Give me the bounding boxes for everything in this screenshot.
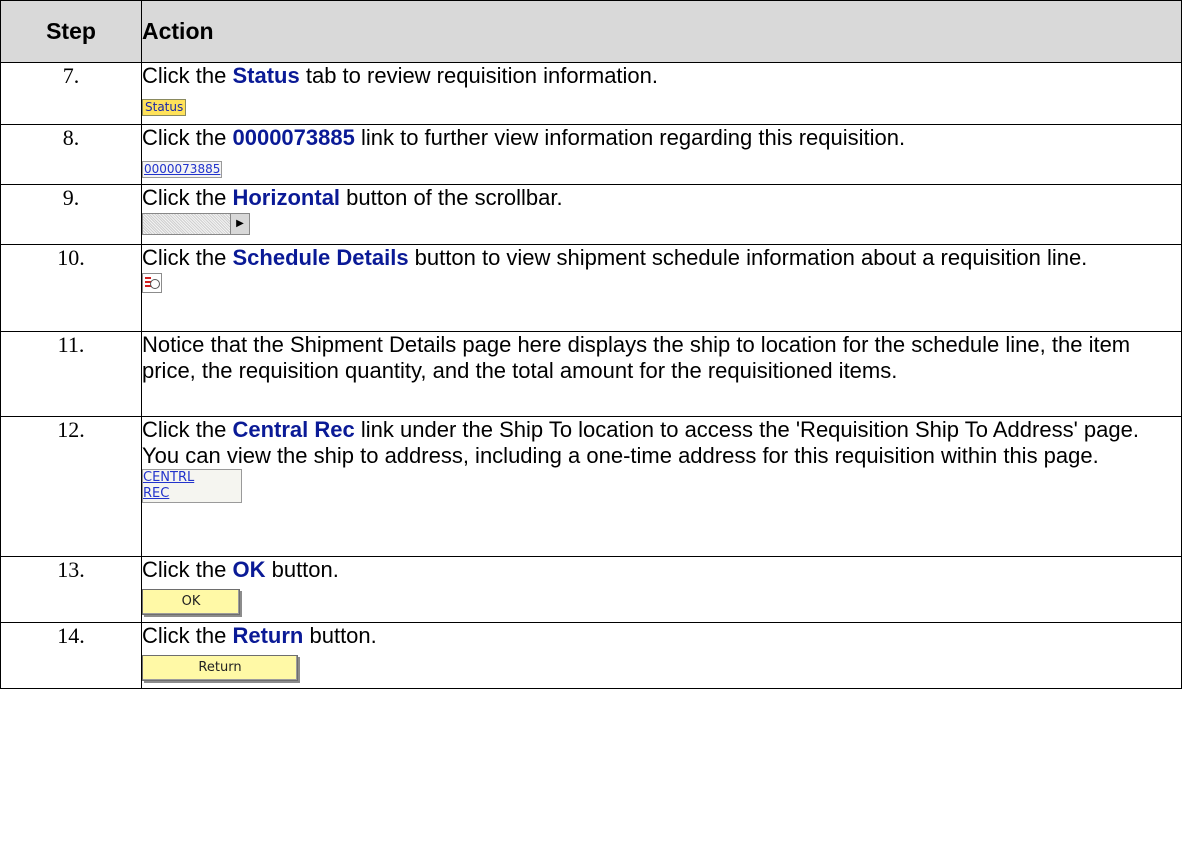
step-action: Click the OK button. OK bbox=[141, 556, 1182, 623]
right-arrow-icon[interactable]: ▶ bbox=[230, 214, 249, 234]
status-tab[interactable]: Status bbox=[142, 99, 187, 116]
step-number: 7. bbox=[0, 62, 142, 125]
step-action: Click the Central Rec link under the Shi… bbox=[141, 416, 1182, 557]
table-row: 11. Notice that the Shipment Details pag… bbox=[0, 331, 1182, 417]
table-row: 7. Click the Status tab to review requis… bbox=[0, 62, 1182, 125]
instruction-text: Click the OK button. bbox=[142, 557, 339, 582]
highlight-term: Schedule Details bbox=[232, 245, 409, 270]
schedule-details-icon[interactable] bbox=[142, 273, 162, 293]
step-action: Click the Schedule Details button to vie… bbox=[141, 244, 1182, 332]
table-row: 8. Click the 0000073885 link to further … bbox=[0, 124, 1182, 185]
highlight-term: 0000073885 bbox=[232, 125, 355, 150]
step-number: 8. bbox=[0, 124, 142, 185]
table-header-row: Step Action bbox=[0, 0, 1182, 63]
step-number: 9. bbox=[0, 184, 142, 245]
step-action: Click the 0000073885 link to further vie… bbox=[141, 124, 1182, 185]
highlight-term: Horizontal bbox=[232, 185, 341, 210]
instruction-text: Click the Central Rec link under the Shi… bbox=[142, 417, 1139, 468]
instruction-text: Click the Status tab to review requisiti… bbox=[142, 63, 659, 88]
highlight-term: OK bbox=[232, 557, 266, 582]
step-column-header: Step bbox=[0, 0, 142, 63]
step-number: 10. bbox=[0, 244, 142, 332]
ok-button[interactable]: OK bbox=[142, 589, 240, 615]
table-row: 13. Click the OK button. OK bbox=[0, 556, 1182, 623]
instruction-text: Click the Horizontal button of the scrol… bbox=[142, 185, 563, 210]
step-action: Click the Return button. Return bbox=[141, 622, 1182, 689]
instruction-text: Click the Return button. bbox=[142, 623, 377, 648]
step-action: Click the Status tab to review requisiti… bbox=[141, 62, 1182, 125]
highlight-term: Return bbox=[232, 623, 304, 648]
return-button[interactable]: Return bbox=[142, 655, 298, 681]
step-number: 11. bbox=[0, 331, 142, 417]
table-row: 12. Click the Central Rec link under the… bbox=[0, 416, 1182, 557]
step-number: 13. bbox=[0, 556, 142, 623]
table-row: 9. Click the Horizontal button of the sc… bbox=[0, 184, 1182, 245]
instruction-text: Click the Schedule Details button to vie… bbox=[142, 245, 1088, 270]
highlight-term: Central Rec bbox=[232, 417, 355, 442]
step-number: 14. bbox=[0, 622, 142, 689]
horizontal-scrollbar[interactable]: ▶ bbox=[142, 213, 250, 235]
highlight-term: Status bbox=[232, 63, 300, 88]
step-action: Notice that the Shipment Details page he… bbox=[141, 331, 1182, 417]
table-row: 14. Click the Return button. Return bbox=[0, 622, 1182, 689]
step-action: Click the Horizontal button of the scrol… bbox=[141, 184, 1182, 245]
action-column-header: Action bbox=[141, 0, 1182, 63]
central-rec-link[interactable]: CENTRL REC bbox=[142, 469, 242, 503]
table-row: 10. Click the Schedule Details button to… bbox=[0, 244, 1182, 332]
requisition-link[interactable]: 0000073885 bbox=[142, 161, 223, 178]
instruction-text: Click the 0000073885 link to further vie… bbox=[142, 125, 906, 150]
step-number: 12. bbox=[0, 416, 142, 557]
scrollbar-track[interactable] bbox=[143, 214, 230, 234]
procedure-table: Step Action 7. Click the Status tab to r… bbox=[0, 0, 1182, 689]
